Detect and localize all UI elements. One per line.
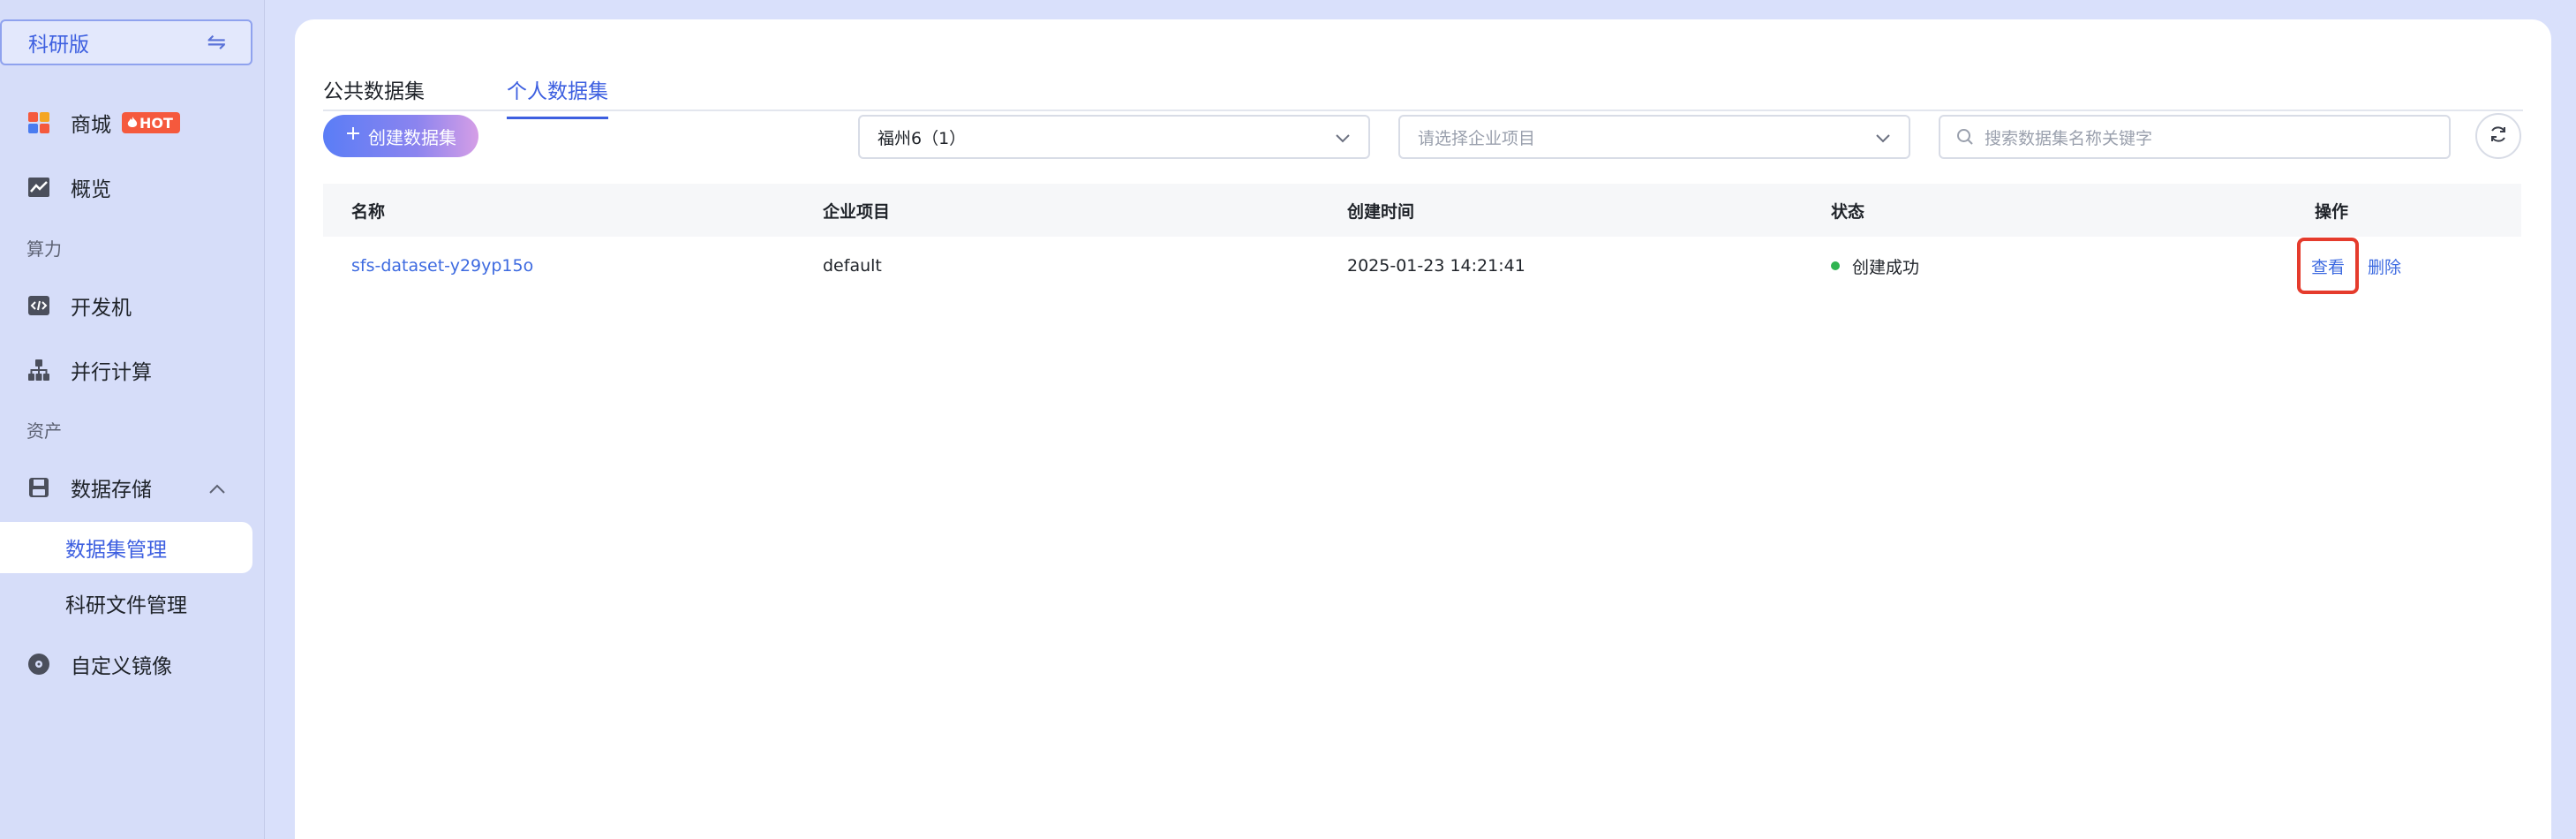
hot-badge: HOT bbox=[122, 112, 180, 133]
dataset-name-link[interactable]: sfs-dataset-y29yp15o bbox=[351, 256, 533, 276]
search-placeholder: 搜索数据集名称关键字 bbox=[1985, 128, 2153, 148]
status-dot bbox=[1831, 261, 1840, 270]
column-header-actions: 操作 bbox=[2315, 201, 2349, 222]
region-select[interactable]: 福州6（1） bbox=[858, 115, 1370, 159]
search-input[interactable]: 搜索数据集名称关键字 bbox=[1939, 115, 2451, 159]
sidebar-item-label: 数据存储 bbox=[71, 479, 152, 502]
column-header-name: 名称 bbox=[351, 201, 386, 222]
tab-personal-datasets[interactable]: 个人数据集 bbox=[507, 74, 608, 119]
status-text: 创建成功 bbox=[1852, 257, 1920, 277]
chevron-down-icon bbox=[1335, 129, 1351, 148]
dataset-created-time: 2025-01-23 14:21:41 bbox=[1347, 256, 1525, 276]
region-select-value: 福州6（1） bbox=[877, 128, 967, 148]
tab-public-datasets[interactable]: 公共数据集 bbox=[323, 74, 425, 117]
sidebar-item-mall[interactable]: 商城 HOT bbox=[0, 98, 252, 147]
disc-icon bbox=[26, 652, 51, 676]
sidebar-item-overview[interactable]: 概览 bbox=[0, 163, 252, 212]
chevron-up-icon[interactable] bbox=[208, 478, 226, 501]
plus-icon bbox=[345, 125, 361, 147]
column-header-created: 创建时间 bbox=[1347, 201, 1415, 222]
apps-grid-icon bbox=[26, 110, 51, 135]
project-select-placeholder: 请选择企业项目 bbox=[1418, 128, 1536, 148]
sidebar-item-label: 科研文件管理 bbox=[65, 594, 187, 617]
view-button[interactable]: 查看 bbox=[2297, 238, 2359, 294]
column-header-status: 状态 bbox=[1831, 201, 1865, 222]
code-icon bbox=[26, 293, 51, 318]
hierarchy-icon bbox=[26, 358, 51, 382]
sidebar-item-label: 开发机 bbox=[71, 297, 132, 320]
refresh-button[interactable] bbox=[2475, 113, 2521, 159]
create-dataset-label: 创建数据集 bbox=[368, 128, 456, 148]
group-label-assets: 资产 bbox=[26, 420, 62, 442]
table-row: sfs-dataset-y29yp15o default 2025-01-23 … bbox=[323, 237, 2521, 295]
refresh-icon bbox=[2488, 124, 2509, 148]
edition-switcher[interactable]: 科研版 ⇋ bbox=[0, 19, 252, 65]
sidebar: 科研版 ⇋ 商城 HOT 概览 算力 开发机 并行计算 资产 数据存储 数据集管… bbox=[0, 0, 265, 839]
group-label-compute: 算力 bbox=[26, 238, 62, 260]
save-disk-icon bbox=[26, 475, 51, 500]
edition-label: 科研版 bbox=[28, 34, 89, 57]
sidebar-item-research-files[interactable]: 科研文件管理 bbox=[0, 578, 252, 629]
delete-button[interactable]: 删除 bbox=[2368, 254, 2401, 278]
status-badge: 创建成功 bbox=[1831, 237, 1919, 295]
sidebar-item-label: 并行计算 bbox=[71, 361, 152, 384]
sidebar-item-custom-images[interactable]: 自定义镜像 bbox=[0, 639, 252, 689]
search-icon bbox=[1956, 128, 1974, 146]
chart-icon bbox=[26, 175, 51, 200]
sidebar-item-label: 概览 bbox=[71, 178, 111, 201]
chevron-down-icon bbox=[1875, 129, 1891, 148]
swap-arrows-icon[interactable]: ⇋ bbox=[207, 29, 226, 56]
sidebar-item-label: 商城 bbox=[71, 114, 111, 137]
sidebar-item-label: 数据集管理 bbox=[65, 539, 167, 562]
project-select[interactable]: 请选择企业项目 bbox=[1398, 115, 1910, 159]
create-dataset-button[interactable]: 创建数据集 bbox=[323, 115, 478, 157]
datasets-table: 名称 企业项目 创建时间 状态 操作 sfs-dataset-y29yp15o … bbox=[323, 184, 2521, 295]
sidebar-item-dataset-management[interactable]: 数据集管理 bbox=[0, 522, 252, 573]
main-panel: 公共数据集 个人数据集 创建数据集 福州6（1） 请选择企业项目 搜索数据集名称… bbox=[295, 19, 2551, 839]
table-header: 名称 企业项目 创建时间 状态 操作 bbox=[323, 184, 2521, 237]
dataset-tabs: 公共数据集 个人数据集 bbox=[323, 55, 2523, 119]
sidebar-item-label: 自定义镜像 bbox=[71, 655, 172, 678]
dataset-project: default bbox=[823, 256, 882, 276]
sidebar-item-parallel[interactable]: 并行计算 bbox=[0, 345, 252, 395]
sidebar-item-devbox[interactable]: 开发机 bbox=[0, 281, 252, 330]
sidebar-item-storage[interactable]: 数据存储 bbox=[0, 463, 252, 512]
column-header-project: 企业项目 bbox=[823, 201, 891, 222]
